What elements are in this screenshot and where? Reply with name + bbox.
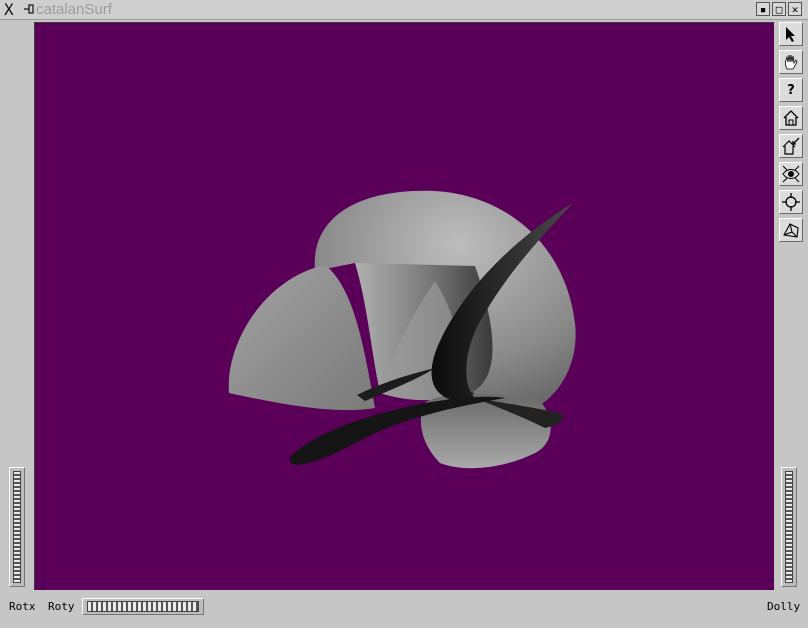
rotx-wheel[interactable]: [9, 467, 25, 587]
dolly-label: Dolly: [767, 600, 801, 613]
home-icon: [783, 110, 799, 126]
hand-view-button[interactable]: [779, 50, 803, 74]
set-home-icon: [782, 137, 800, 155]
close-icon: ✕: [791, 2, 799, 16]
roty-label: Roty: [48, 600, 75, 613]
pick-arrow-button[interactable]: [779, 22, 803, 46]
pick-arrow-icon: [786, 27, 795, 42]
x-window-icon[interactable]: X: [4, 1, 14, 19]
minimize-button[interactable]: ▪: [756, 2, 770, 16]
set-home-button[interactable]: [779, 134, 803, 158]
roty-wheel[interactable]: [82, 598, 204, 615]
minimize-icon: ▪: [759, 2, 767, 16]
view-all-icon: [782, 165, 800, 183]
help-button[interactable]: ?: [779, 78, 803, 102]
close-button[interactable]: ✕: [788, 2, 802, 16]
hand-view-icon: [784, 54, 798, 70]
home-button[interactable]: [779, 106, 803, 130]
title-bar[interactable]: X catalanSurf ▪ □ ✕: [0, 0, 808, 20]
examiner-viewport[interactable]: [34, 22, 774, 590]
pin-icon[interactable]: [24, 3, 34, 15]
help-icon: ?: [787, 82, 795, 98]
rotx-label: Rotx: [9, 600, 36, 613]
window-title: catalanSurf: [36, 1, 112, 18]
catalan-surface-render[interactable]: [35, 23, 774, 590]
surface-left-lobe: [228, 265, 375, 411]
maximize-icon: □: [775, 2, 783, 16]
maximize-button[interactable]: □: [772, 2, 786, 16]
seek-button[interactable]: [779, 190, 803, 214]
view-all-button[interactable]: [779, 162, 803, 186]
projection-button[interactable]: [779, 218, 803, 242]
projection-icon: [783, 223, 799, 238]
dolly-wheel[interactable]: [781, 467, 797, 587]
seek-icon: [782, 193, 800, 211]
